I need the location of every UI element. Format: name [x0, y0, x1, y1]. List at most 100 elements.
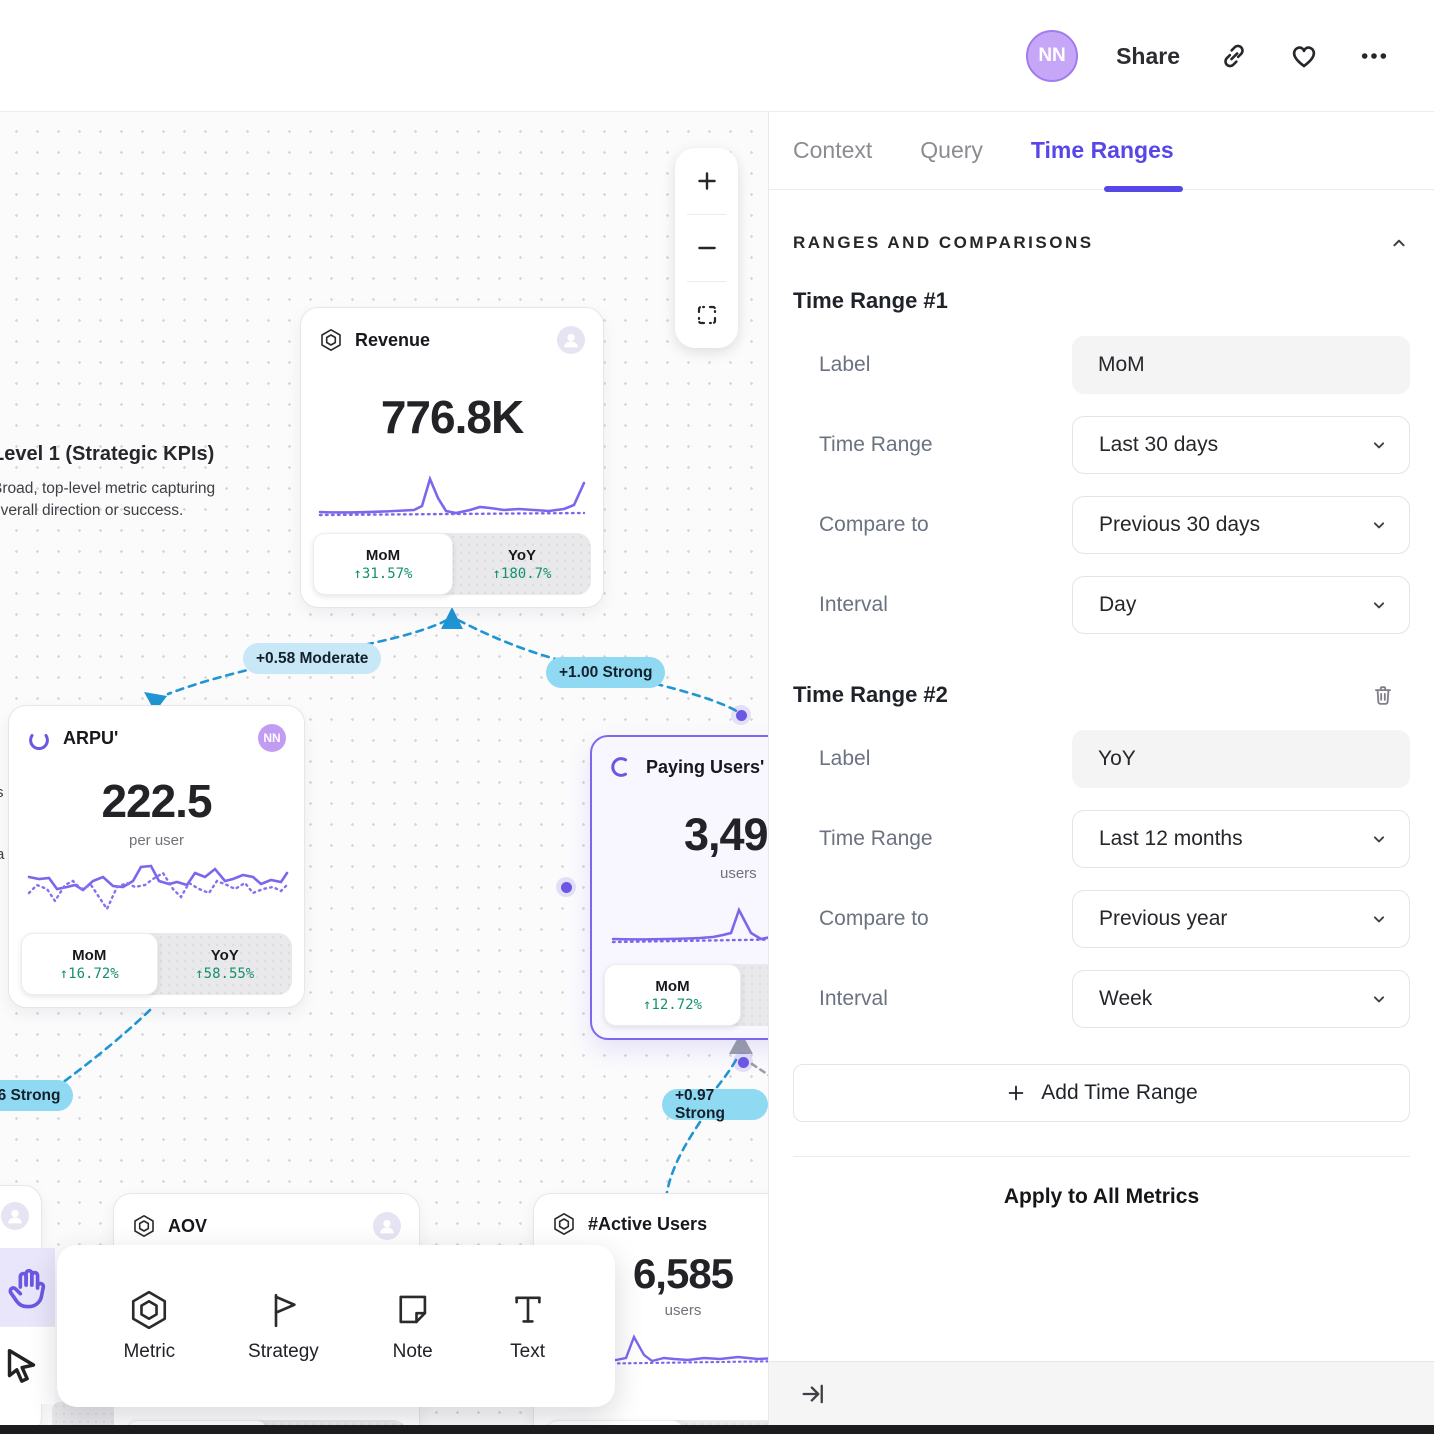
owner-avatar-placeholder-icon [557, 326, 585, 354]
time-range-field-label: Time Range [819, 433, 933, 457]
owner-avatar-placeholder-icon [1, 1202, 29, 1230]
tab-query[interactable]: Query [920, 137, 983, 164]
toggle-mom[interactable]: MoM ↑12.72% [604, 964, 741, 1026]
comparison-toggle: MoM ↑12.72% [604, 964, 768, 1026]
chevron-down-icon [1369, 909, 1389, 929]
clipped-text-fragment: s [0, 784, 4, 801]
chevron-down-icon [1369, 989, 1389, 1009]
compare-to-select[interactable]: Previous year [1072, 890, 1410, 948]
metric-value: 776.8K [301, 390, 603, 444]
user-avatar[interactable]: NN [1026, 30, 1078, 82]
panel-tabs: Context Query Time Ranges [769, 112, 1434, 190]
edge-handle-dot[interactable] [733, 1052, 753, 1072]
correlation-badge: +1.00 Strong [546, 657, 665, 688]
settings-panel: Context Query Time Ranges RANGES AND COM… [768, 112, 1434, 1434]
collaborator-badge: NN [258, 724, 286, 752]
chevron-down-icon [1369, 829, 1389, 849]
chevron-down-icon [1369, 435, 1389, 455]
add-text-tool[interactable]: Text [507, 1289, 549, 1363]
plus-icon [1005, 1082, 1027, 1104]
compare-to-field-label: Compare to [819, 513, 929, 537]
note-icon [392, 1289, 434, 1331]
time-range-1-title: Time Range #1 [793, 288, 948, 314]
owner-avatar-placeholder-icon [373, 1212, 401, 1240]
metric-hexagon-icon [319, 328, 343, 352]
metric-card-arpu[interactable]: ARPU' NN 222.5 per user MoM ↑16.72% YoY … [8, 705, 305, 1008]
metric-spinner-icon [610, 755, 634, 779]
comparison-toggle: MoM ↑31.57% YoY ↑180.7% [313, 533, 591, 595]
collapse-section-icon[interactable] [1388, 232, 1410, 254]
share-button[interactable]: Share [1116, 43, 1180, 70]
sparkline [605, 896, 768, 952]
sparkline [23, 859, 291, 921]
clipped-text-fragment: a [0, 846, 4, 863]
toggle-mom[interactable]: MoM ↑31.57% [313, 533, 453, 595]
interval-select[interactable]: Week [1072, 970, 1410, 1028]
zoom-controls [675, 148, 738, 348]
level-note-title: Level 1 (Strategic KPIs) [0, 443, 242, 466]
compare-to-field-label: Compare to [819, 907, 929, 931]
add-strategy-tool[interactable]: Strategy [248, 1289, 319, 1363]
metric-unit: per user [9, 832, 304, 849]
label-input[interactable]: YoY [1072, 730, 1410, 788]
more-options-icon[interactable] [1358, 40, 1390, 72]
card-title: AOV [168, 1216, 361, 1237]
level-note-body: Broad, top-level metric capturing overal… [0, 478, 242, 523]
card-title: Revenue [355, 330, 545, 351]
metric-unit: users [592, 865, 768, 882]
canvas-toolbar: Metric Strategy Note Text [57, 1245, 615, 1407]
toggle-yoy[interactable]: YoY ↑180.7% [453, 533, 591, 595]
edge-handle-dot[interactable] [731, 705, 751, 725]
window-bottom-edge [0, 1425, 1434, 1434]
section-title: RANGES AND COMPARISONS [793, 233, 1094, 253]
interval-select[interactable]: Day [1072, 576, 1410, 634]
label-field-label: Label [819, 353, 870, 377]
edge-handle-dot[interactable] [556, 877, 576, 897]
metric-hexagon-icon [552, 1212, 576, 1236]
delete-time-range-icon[interactable] [1370, 682, 1396, 708]
add-metric-tool[interactable]: Metric [123, 1289, 175, 1363]
tab-time-ranges[interactable]: Time Ranges [1031, 137, 1174, 164]
zoom-in-button[interactable] [675, 148, 738, 214]
correlation-badge: +0.58 Moderate [243, 643, 381, 674]
time-range-select[interactable]: Last 12 months [1072, 810, 1410, 868]
card-title: ARPU' [63, 728, 246, 749]
compare-to-select[interactable]: Previous 30 days [1072, 496, 1410, 554]
metric-card-revenue[interactable]: Revenue 776.8K MoM ↑31.57% YoY ↑180.7% [300, 307, 604, 608]
metric-value: 222.5 [9, 774, 304, 828]
time-range-select[interactable]: Last 30 days [1072, 416, 1410, 474]
card-title: #Active Users [588, 1214, 768, 1235]
interval-field-label: Interval [819, 593, 888, 617]
add-note-tool[interactable]: Note [392, 1289, 434, 1363]
metric-spinner-icon [27, 726, 51, 750]
text-icon [507, 1289, 549, 1331]
toggle-yoy[interactable] [741, 964, 768, 1026]
tool-dock [0, 1248, 55, 1404]
correlation-badge: +0.97 Strong [662, 1089, 768, 1120]
chevron-down-icon [1369, 595, 1389, 615]
interval-field-label: Interval [819, 987, 888, 1011]
label-input[interactable]: MoM [1072, 336, 1410, 394]
chevron-down-icon [1369, 515, 1389, 535]
apply-to-all-metrics-button[interactable]: Apply to All Metrics [793, 1157, 1410, 1235]
label-field-label: Label [819, 747, 870, 771]
correlation-badge: 66 Strong [0, 1080, 73, 1111]
add-time-range-button[interactable]: Add Time Range [793, 1064, 1410, 1122]
tab-context[interactable]: Context [793, 137, 872, 164]
select-tool-button[interactable] [0, 1326, 55, 1404]
toggle-mom[interactable]: MoM ↑16.72% [21, 933, 158, 995]
favorite-icon[interactable] [1288, 40, 1320, 72]
pan-tool-button[interactable] [0, 1248, 55, 1326]
metric-hexagon-icon [128, 1289, 170, 1331]
level-note: Level 1 (Strategic KPIs) Broad, top-leve… [0, 443, 242, 523]
copy-link-icon[interactable] [1218, 40, 1250, 72]
metric-tree-canvas[interactable]: Level 1 (Strategic KPIs) Broad, top-leve… [0, 112, 768, 1434]
metric-card-paying-users[interactable]: Paying Users' 3,49 users MoM ↑12.72% [590, 735, 768, 1040]
toggle-yoy[interactable]: YoY ↑58.55% [158, 933, 293, 995]
fit-view-button[interactable] [675, 282, 738, 348]
metric-value: 3,49 [592, 809, 768, 861]
flag-icon [262, 1289, 304, 1331]
collapse-panel-icon[interactable] [799, 1380, 827, 1408]
panel-footer [769, 1361, 1434, 1425]
zoom-out-button[interactable] [675, 215, 738, 281]
